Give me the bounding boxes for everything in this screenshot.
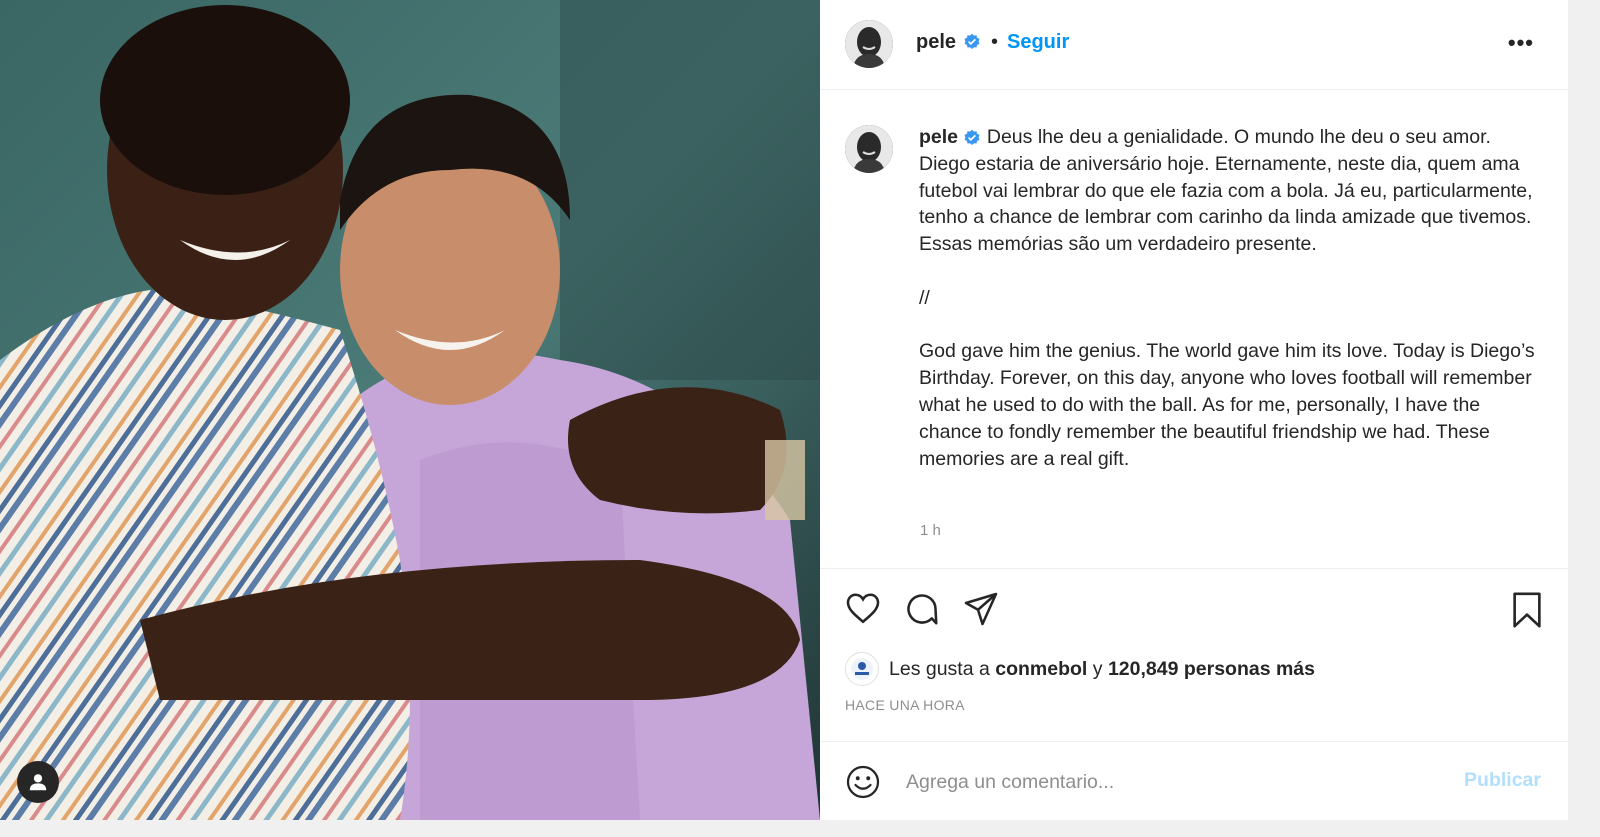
header-separator: • (991, 31, 999, 53)
caption-time[interactable]: 1 h (920, 522, 941, 539)
user-tag-button[interactable] (17, 761, 59, 803)
post-date[interactable]: HACE UNA HORA (845, 697, 965, 713)
share-icon[interactable] (963, 591, 999, 627)
horizontal-scrollbar[interactable] (0, 820, 1568, 837)
post-dialog: pele • Seguir ••• pele Deus lhe deu a ge… (0, 0, 1569, 820)
more-options-button[interactable]: ••• (1508, 30, 1534, 56)
comment-form: Publicar (820, 741, 1568, 821)
bookmark-icon[interactable] (1510, 591, 1544, 629)
caption-avatar-image (845, 125, 893, 173)
likes-summary[interactable]: Les gusta a conmebol y 120,849 personas … (845, 652, 1315, 686)
heart-icon[interactable] (845, 591, 881, 627)
first-liker-link[interactable]: conmebol (995, 658, 1087, 681)
vertical-scrollbar[interactable] (1568, 0, 1600, 837)
comment-input[interactable] (904, 766, 1428, 798)
comments-section: pele Deus lhe deu a genialidade. O mundo… (820, 90, 1568, 568)
verified-icon (963, 33, 981, 51)
post-photo (0, 0, 820, 820)
follow-button[interactable]: Seguir (1007, 31, 1069, 54)
caption-text-pt: Deus lhe deu a genialidade. O mundo lhe … (919, 126, 1538, 256)
post-side-panel: pele • Seguir ••• pele Deus lhe deu a ge… (820, 0, 1568, 820)
conmebol-logo-icon (851, 658, 873, 680)
caption-username[interactable]: pele (919, 126, 958, 148)
post-caption: pele Deus lhe deu a genialidade. O mundo… (919, 124, 1539, 472)
action-bar (820, 568, 1568, 649)
post-image[interactable] (0, 0, 820, 820)
caption-avatar[interactable] (845, 125, 893, 173)
liker-avatar (845, 652, 879, 686)
publish-button[interactable]: Publicar (1464, 769, 1541, 792)
caption-divider: // (919, 286, 930, 309)
avatar-image (845, 20, 893, 68)
likes-prefix: Les gusta a (889, 657, 990, 680)
likes-joiner: y (1092, 657, 1103, 680)
username-link[interactable]: pele (916, 31, 956, 54)
emoji-icon[interactable] (845, 764, 881, 800)
user-tag-icon (29, 774, 47, 791)
avatar[interactable] (845, 20, 893, 68)
likes-count-link[interactable]: 120,849 personas más (1108, 658, 1315, 681)
comment-icon[interactable] (904, 591, 940, 627)
verified-icon (963, 126, 981, 148)
post-header: pele • Seguir ••• (820, 0, 1568, 90)
caption-text-en: God gave him the genius. The world gave … (919, 340, 1541, 470)
